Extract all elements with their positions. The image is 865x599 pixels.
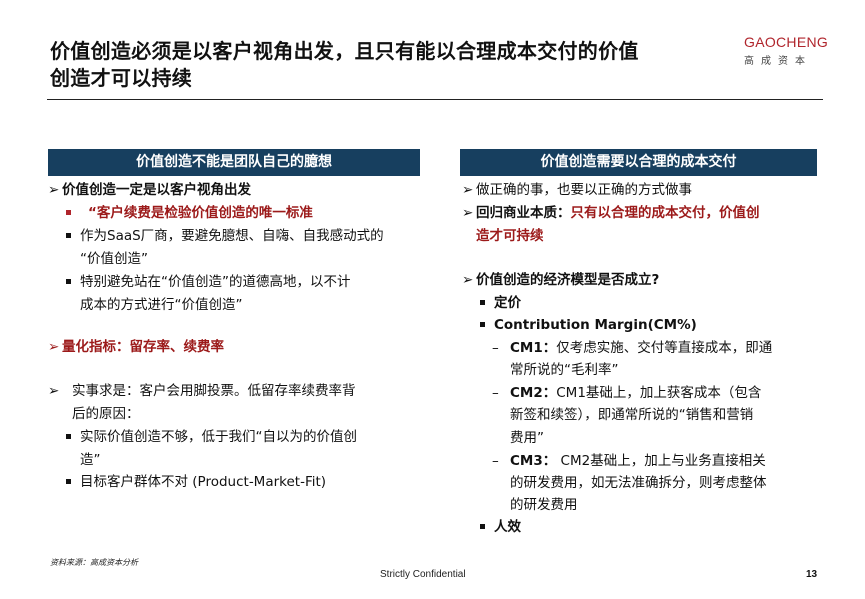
square-bullet-icon (480, 523, 485, 529)
text: “客户续费是检验价值创造的唯一标准 (88, 205, 313, 221)
dash-bullet-icon: – (492, 385, 499, 401)
sub-point: 目标客户群体不对 (Product-Market-Fit) (66, 471, 326, 493)
text: 的研发费用 (510, 497, 578, 513)
text: 实际价值创造不够，低于我们“自以为的价值创 (80, 429, 357, 445)
point: ➢ 回归商业本质：只有以合理的成本交付，价值创 (462, 202, 760, 224)
text: 常所说的“毛利率” (510, 362, 619, 378)
sub-point: 特别避免站在“价值创造”的道德高地，以不计 (66, 271, 351, 293)
confidential-label: Strictly Confidential (380, 569, 466, 580)
arrow-bullet-icon: ➢ (48, 383, 60, 399)
sub-point: 人效 (480, 516, 521, 538)
logo-text-en: GAOCHENG (744, 34, 829, 50)
text: 目标客户群体不对 (Product-Market-Fit) (80, 474, 327, 490)
point: ➢ 量化指标：留存率、续费率 (48, 336, 224, 358)
text: “价值创造” (80, 251, 148, 267)
label: CM3： (510, 453, 557, 469)
text: 价值创造一定是以客户视角出发 (62, 182, 251, 198)
logo-text-cn: 高成资本 (744, 56, 812, 67)
square-bullet-icon (480, 299, 485, 305)
text: 后的原因： (72, 406, 140, 422)
cm-item: – CM2：CM1基础上，加上获客成本（包含 (492, 382, 761, 404)
square-bullet-icon (66, 278, 71, 284)
cm-item: – CM1：仅考虑实施、交付等直接成本，即通 (492, 337, 772, 359)
slide-title: 价值创造必须是以客户视角出发，且只有能以合理成本交付的价值 创造才可以持续 (50, 38, 639, 92)
text: 特别避免站在“价值创造”的道德高地，以不计 (80, 274, 351, 290)
text: 价值创造的经济模型是否成立? (476, 272, 660, 288)
sub-point: “客户续费是检验价值创造的唯一标准 (66, 202, 313, 224)
sub-point: 实际价值创造不够，低于我们“自以为的价值创 (66, 426, 357, 448)
arrow-bullet-icon: ➢ (48, 339, 60, 355)
point: ➢ 价值创造一定是以客户视角出发 (48, 179, 251, 201)
dash-bullet-icon: – (492, 340, 499, 356)
logo: GAOCHENG 高成资本 (744, 34, 828, 67)
text: CM2基础上，加上与业务直接相关 (556, 453, 766, 469)
text: CM1基础上，加上获客成本（包含 (556, 385, 762, 401)
square-bullet-icon (66, 209, 71, 215)
label: CM2： (510, 385, 557, 401)
text: 新签和续签），即通常所说的“销售和营销 (510, 407, 754, 423)
text: 成本的方式进行“价值创造” (80, 297, 243, 313)
arrow-bullet-icon: ➢ (48, 182, 60, 198)
title-line: 创造才可以持续 (50, 66, 193, 90)
left-header: 价值创造不能是团队自己的臆想 (48, 149, 420, 176)
square-bullet-icon (66, 232, 71, 238)
text: 作为SaaS厂商，要避免臆想、自嗨、自我感动式的 (80, 228, 384, 244)
arrow-bullet-icon: ➢ (462, 182, 474, 198)
label: CM1： (510, 340, 557, 356)
text: 量化指标：留存率、续费率 (62, 339, 224, 355)
text: 实事求是：客户会用脚投票。低留存率续费率背 (72, 383, 356, 399)
square-bullet-icon (66, 478, 71, 484)
divider (47, 99, 823, 100)
point: ➢ 实事求是：客户会用脚投票。低留存率续费率背 (48, 380, 356, 402)
page-number: 13 (806, 569, 818, 580)
text: 的研发费用，如无法准确拆分，则考虑整体 (510, 475, 767, 491)
title-line: 价值创造必须是以客户视角出发，且只有能以合理成本交付的价值 (50, 39, 639, 63)
text: 定价 (494, 295, 521, 311)
point: ➢ 价值创造的经济模型是否成立? (462, 269, 659, 291)
arrow-bullet-icon: ➢ (462, 205, 474, 221)
sub-point: 作为SaaS厂商，要避免臆想、自嗨、自我感动式的 (66, 225, 384, 247)
dash-bullet-icon: – (492, 453, 499, 469)
right-header: 价值创造需要以合理的成本交付 (460, 149, 817, 176)
square-bullet-icon (480, 321, 485, 327)
cm-item: – CM3： CM2基础上，加上与业务直接相关 (492, 450, 766, 472)
sub-point: 定价 (480, 292, 521, 314)
arrow-bullet-icon: ➢ (462, 272, 474, 288)
slide: 价值创造必须是以客户视角出发，且只有能以合理成本交付的价值 创造才可以持续 GA… (0, 0, 865, 599)
text: 造” (80, 452, 101, 468)
square-bullet-icon (66, 433, 71, 439)
label: 回归商业本质： (476, 205, 571, 221)
text: 仅考虑实施、交付等直接成本，即通 (556, 340, 773, 356)
sub-point: Contribution Margin(CM%) (480, 314, 697, 336)
point: ➢ 做正确的事，也要以正确的方式做事 (462, 179, 692, 201)
text: 造才可持续 (476, 228, 544, 244)
text: 费用” (510, 430, 544, 446)
text: 人效 (494, 519, 521, 535)
source-note: 资料来源：高成资本分析 (50, 558, 138, 567)
text: Contribution Margin(CM%) (494, 317, 697, 333)
text: 做正确的事，也要以正确的方式做事 (476, 182, 692, 198)
text: 只有以合理的成本交付，价值创 (570, 205, 760, 221)
